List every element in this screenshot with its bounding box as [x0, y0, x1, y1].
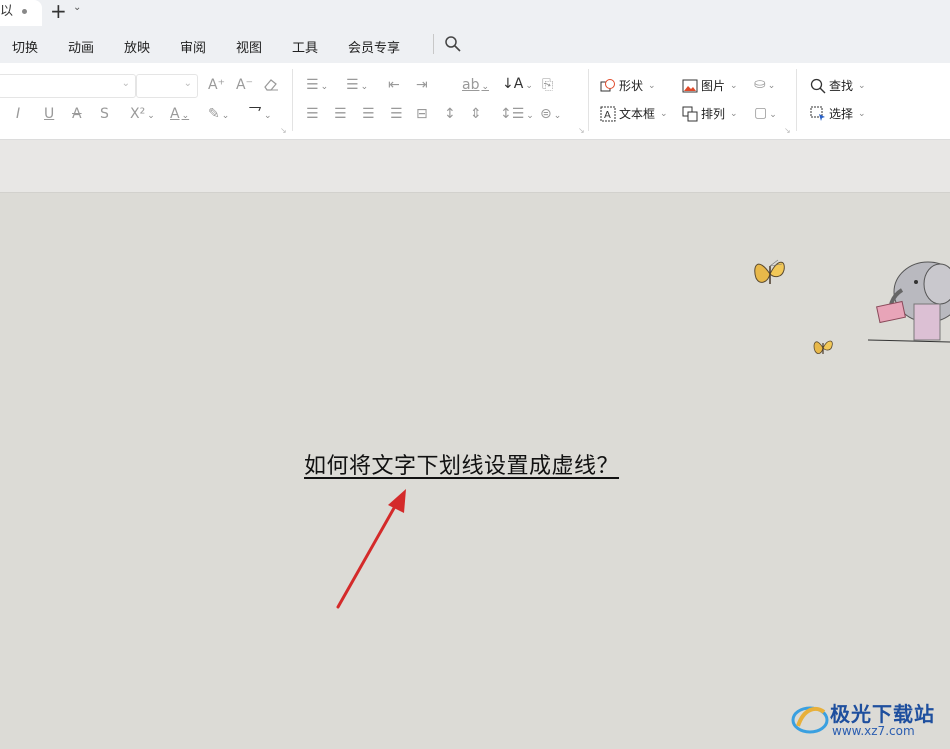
unsaved-dot-icon: [22, 9, 27, 14]
ribbon-toolbar: ⌄ ⌄ A⁺ A⁻ I U A S X² ⌄ A ⌄ ✎ ⌄ 乛 ⌄ ↘ ☰ ⌄ ☰ ⌄ ⇤…: [0, 63, 950, 140]
strikethrough-icon[interactable]: A: [72, 106, 82, 122]
align-center-icon[interactable]: ☰: [334, 106, 347, 122]
drawing-dialog-launcher-icon[interactable]: ↘: [784, 126, 791, 135]
shape-icon: [600, 78, 615, 91]
tab-bar: 以 + ⌄: [0, 0, 950, 28]
select-label: 选择: [829, 107, 854, 121]
chevron-down-icon: ⌄: [730, 108, 738, 119]
annotation-arrow-icon: [336, 489, 406, 609]
shadow-icon[interactable]: S: [100, 106, 109, 122]
align-right-icon[interactable]: ☰: [362, 106, 375, 122]
decrease-indent-icon[interactable]: ⇤: [388, 77, 400, 93]
underline-icon[interactable]: U: [44, 106, 54, 122]
ruler-area: [0, 140, 950, 193]
font-size-select[interactable]: ⌄: [136, 74, 198, 98]
watermark-url: www.xz7.com: [832, 724, 915, 738]
distribute-icon[interactable]: ⊟: [416, 106, 428, 122]
text-direction-icon[interactable]: ab ⌄: [462, 77, 489, 95]
paragraph-spacing-icon[interactable]: ⇕: [470, 106, 482, 122]
fill-color-icon[interactable]: ⛀ ⌄: [754, 76, 775, 94]
sort-icon[interactable]: ↓A ⌄: [502, 76, 533, 94]
chevron-down-icon: ⌄: [858, 108, 866, 119]
spacing-options-icon[interactable]: ↕☰ ⌄: [500, 106, 534, 124]
chevron-down-icon: ⌄: [183, 78, 192, 89]
select-button[interactable]: 选择 ⌄: [810, 105, 866, 122]
svg-text:A: A: [604, 110, 611, 121]
small-butterfly-illustration: [813, 340, 833, 354]
watermark-logo-icon: [791, 706, 829, 734]
find-button[interactable]: 查找 ⌄: [810, 77, 866, 94]
search-icon[interactable]: [444, 35, 462, 53]
chevron-down-icon: ⌄: [121, 78, 130, 89]
find-label: 查找: [829, 79, 854, 93]
paragraph-dialog-launcher-icon[interactable]: ↘: [578, 126, 585, 135]
ribbon-divider: [588, 69, 589, 131]
find-icon: [810, 78, 826, 93]
chevron-down-icon: ⌄: [730, 80, 738, 91]
ribbon-divider: [796, 69, 797, 131]
butterfly-illustration: [754, 259, 785, 284]
font-family-select[interactable]: ⌄: [0, 74, 136, 98]
menu-divider: [433, 34, 434, 54]
picture-icon: [682, 79, 698, 92]
tab-review[interactable]: 审阅: [180, 37, 206, 56]
tab-animation[interactable]: 动画: [68, 37, 94, 56]
picture-button[interactable]: 图片 ⌄: [682, 77, 738, 94]
chevron-down-icon: ⌄: [648, 80, 656, 91]
new-tab-button[interactable]: +: [50, 0, 67, 22]
document-tab-name: 以: [0, 4, 14, 19]
ribbon-divider: [292, 69, 293, 131]
select-icon: [810, 106, 825, 121]
arrange-icon: [682, 106, 698, 121]
textbox-button[interactable]: A 文本框 ⌄: [600, 105, 668, 122]
new-tab-dropdown-icon[interactable]: ⌄: [73, 2, 81, 13]
chevron-down-icon: ⌄: [660, 108, 668, 119]
watermark-title: 极光下载站: [830, 702, 935, 726]
line-spacing-icon[interactable]: ↕: [444, 106, 456, 122]
vertical-align-icon[interactable]: ⊜ ⌄: [540, 106, 561, 124]
bullet-list-icon[interactable]: ☰ ⌄: [306, 77, 328, 95]
text-effect-icon[interactable]: 乛 ⌄: [248, 106, 272, 124]
elephant-illustration: [867, 261, 950, 343]
slide-text[interactable]: 如何将文字下划线设置成虚线？: [304, 448, 619, 480]
clear-format-icon[interactable]: [262, 76, 280, 92]
numbered-list-icon[interactable]: ☰ ⌄: [346, 77, 368, 95]
justify-icon[interactable]: ☰: [390, 106, 403, 122]
textbox-label: 文本框: [619, 107, 656, 121]
arrange-label: 排列: [701, 107, 726, 121]
textbox-icon: A: [600, 106, 616, 121]
highlight-icon[interactable]: ✎ ⌄: [208, 106, 229, 124]
tab-tools[interactable]: 工具: [292, 37, 318, 56]
shape-button[interactable]: 形状 ⌄: [600, 77, 656, 94]
font-color-icon[interactable]: A ⌄: [170, 106, 189, 124]
italic-icon[interactable]: I: [16, 106, 20, 122]
picture-label: 图片: [701, 79, 726, 93]
outline-color-icon[interactable]: ▢ ⌄: [754, 105, 777, 123]
document-tab[interactable]: 以: [0, 0, 42, 26]
superscript-icon[interactable]: X² ⌄: [130, 106, 155, 124]
site-watermark: 极光下载站 www.xz7.com: [790, 696, 950, 742]
tab-member[interactable]: 会员专享: [348, 37, 400, 56]
increase-font-icon[interactable]: A⁺: [208, 77, 225, 93]
arrange-button[interactable]: 排列 ⌄: [682, 105, 738, 122]
increase-indent-icon[interactable]: ⇥: [416, 77, 428, 93]
tab-slideshow[interactable]: 放映: [124, 37, 150, 56]
align-left-icon[interactable]: ☰: [306, 106, 319, 122]
tab-view[interactable]: 视图: [236, 37, 262, 56]
font-dialog-launcher-icon[interactable]: ↘: [280, 126, 287, 135]
chevron-down-icon: ⌄: [858, 80, 866, 91]
menu-bar: 切换 动画 放映 审阅 视图 工具 会员专享: [0, 28, 950, 63]
tab-transition[interactable]: 切换: [12, 37, 38, 56]
decrease-font-icon[interactable]: A⁻: [236, 77, 253, 93]
shape-label: 形状: [619, 79, 644, 93]
convert-smartart-icon[interactable]: ⎘: [542, 77, 553, 93]
